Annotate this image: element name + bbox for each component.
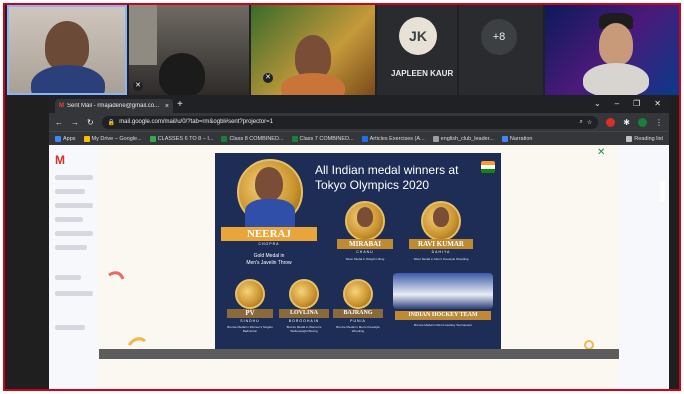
mirabai-name: MIRABAI <box>337 239 393 249</box>
new-tab-button[interactable]: + <box>177 99 183 110</box>
meet-participant-strip: ✕ ✕ JK JAPLEEN KAUR +8 <box>5 5 679 97</box>
ravi-caption: Silver Medal in Men's Freestyle Wrestlin… <box>413 257 469 261</box>
more-participants-tile[interactable]: +8 <box>459 5 543 95</box>
address-text: mail.google.com/mail/u/0/?tab=rm&ogbl#se… <box>119 119 273 125</box>
ravi-name: RAVI KUMAR <box>409 239 473 249</box>
bookmark-my-drive[interactable]: My Drive – Google... <box>83 135 142 142</box>
bookmark-articles[interactable]: Articles Exercises (A... <box>361 135 425 142</box>
mic-off-icon: ✕ <box>133 81 143 91</box>
lovlina-surname: BORGOHAIN <box>288 319 320 323</box>
forward-icon[interactable]: → <box>71 118 79 127</box>
minimize-icon[interactable]: – <box>615 99 619 108</box>
extension-icon[interactable] <box>606 117 616 127</box>
classroom-icon <box>291 135 298 142</box>
reading-list[interactable]: Reading list <box>626 135 663 142</box>
close-window-icon[interactable]: ✕ <box>654 99 661 108</box>
participant-tile-3[interactable]: ✕ <box>251 5 375 95</box>
site-icon <box>501 135 508 142</box>
restore-icon[interactable]: ❐ <box>633 99 640 108</box>
profile-avatar[interactable] <box>638 117 647 127</box>
gmail-logo-icon: M <box>55 153 65 167</box>
attachment-viewer: ✕ All Indian medal winners at Tokyo Olym… <box>99 145 619 389</box>
tab-strip: M Sent Mail - rmajadene@gmail.co... × + … <box>49 97 669 113</box>
search-icon[interactable]: ⌕ <box>580 119 583 126</box>
sindhu-name: PV <box>227 309 273 318</box>
more-participants-count: +8 <box>481 19 517 55</box>
bajrang-caption: Bronze Medal in Men's Freestyle Wrestlin… <box>336 325 380 333</box>
olympics-slide-image: All Indian medal winners at Tokyo Olympi… <box>215 153 501 349</box>
screenshot-frame: ✕ ✕ JK JAPLEEN KAUR +8 M Sent Mail - rma… <box>3 3 681 391</box>
mirabai-caption: Silver Medal in Weight Lifting <box>345 257 385 261</box>
hockey-name: INDIAN HOCKEY TEAM <box>395 311 491 320</box>
reload-icon[interactable]: ↻ <box>87 118 94 127</box>
mirabai-surname: CHANU <box>356 250 374 254</box>
close-tab-icon[interactable]: × <box>165 103 169 110</box>
participant-tile-2[interactable]: ✕ <box>129 5 249 95</box>
next-page-preview <box>99 359 619 389</box>
slide-title: All Indian medal winners at Tokyo Olympi… <box>315 163 459 192</box>
neeraj-name: NEERAJ <box>221 227 317 241</box>
lovlina-medal-portrait <box>289 279 319 309</box>
gmail-favicon-icon: M <box>59 103 64 109</box>
window-controls: ⌄ – ❐ ✕ <box>594 99 661 108</box>
drive-icon <box>83 135 90 142</box>
lock-icon: 🔒 <box>107 119 116 126</box>
bookmarks-bar: Apps My Drive – Google... CLASSES 6 TO 8… <box>49 131 669 145</box>
bookmark-apps[interactable]: Apps <box>55 135 76 142</box>
drive-icon <box>149 135 156 142</box>
bookmark-classes[interactable]: CLASSES 6 TO 8 – I... <box>149 135 213 142</box>
puzzle-icon[interactable]: ✱ <box>623 118 630 127</box>
lovlina-name: LOVLINA <box>279 309 329 318</box>
bajrang-name: BAJRANG <box>333 309 383 318</box>
close-preview-icon[interactable]: ✕ <box>597 147 605 158</box>
browser-toolbar: ← → ↻ 🔒 mail.google.com/mail/u/0/?tab=rm… <box>49 113 669 131</box>
india-flag-icon <box>481 161 495 173</box>
scrollbar-thumb[interactable] <box>660 181 665 201</box>
lovlina-caption: Bronze Medal in Women's Welterweight Box… <box>286 325 322 333</box>
mic-off-icon: ✕ <box>263 73 273 83</box>
sindhu-medal-portrait <box>235 279 265 309</box>
globe-icon <box>432 135 439 142</box>
participant-tile-6[interactable] <box>545 5 679 95</box>
bajrang-surname: PUNIA <box>350 319 366 323</box>
gmail-sidebar: M <box>49 145 99 389</box>
neeraj-surname: CHOPRA <box>258 242 280 246</box>
ravi-surname: DAHIYA <box>431 250 451 254</box>
browser-window: M Sent Mail - rmajadene@gmail.co... × + … <box>49 97 669 389</box>
star-icon[interactable]: ☆ <box>587 119 592 126</box>
sindhu-caption: Bronze Medal in Women's Singles Badminto… <box>227 325 273 333</box>
tab-title: Sent Mail - rmajadene@gmail.co... <box>67 103 160 109</box>
viewer-divider <box>99 349 619 359</box>
sindhu-surname: SINDHU <box>240 319 260 323</box>
menu-icon[interactable]: ⋮ <box>655 118 663 127</box>
neeraj-photo <box>255 167 283 201</box>
bajrang-medal-portrait <box>343 279 373 309</box>
hockey-team-photo <box>393 273 493 309</box>
hockey-caption: Bronze Medal in Men's Hockey Tournament <box>414 323 472 327</box>
address-bar[interactable]: 🔒 mail.google.com/mail/u/0/?tab=rm&ogbl#… <box>101 115 599 129</box>
classroom-icon <box>221 135 228 142</box>
participant-tile-1[interactable] <box>7 5 127 95</box>
tab-sent-mail[interactable]: M Sent Mail - rmajadene@gmail.co... × <box>55 99 173 113</box>
page-content: M ✕ All Indian medal winners at Tokyo Ol… <box>49 145 669 389</box>
bookmark-narration[interactable]: Narration <box>501 135 532 142</box>
neeraj-caption: Gold Medal in Men's Javelin Throw <box>246 253 292 266</box>
participant-avatar: JK <box>399 17 437 55</box>
bookmark-class-8[interactable]: Class 8 COMBINED... <box>221 135 284 142</box>
site-icon <box>361 135 368 142</box>
bookmark-class-7[interactable]: Class 7 COMBINED... <box>291 135 354 142</box>
bookmark-english-club[interactable]: english_club_leader... <box>432 135 494 142</box>
apps-grid-icon <box>55 135 61 142</box>
gmail-right-panel <box>619 145 669 389</box>
reading-list-icon <box>626 135 633 142</box>
back-icon[interactable]: ← <box>55 118 63 127</box>
participant-name: JAPLEEN KAUR <box>391 69 454 78</box>
participant-tile-japleen[interactable]: JK JAPLEEN KAUR <box>377 5 457 95</box>
tab-search-icon[interactable]: ⌄ <box>594 99 601 108</box>
